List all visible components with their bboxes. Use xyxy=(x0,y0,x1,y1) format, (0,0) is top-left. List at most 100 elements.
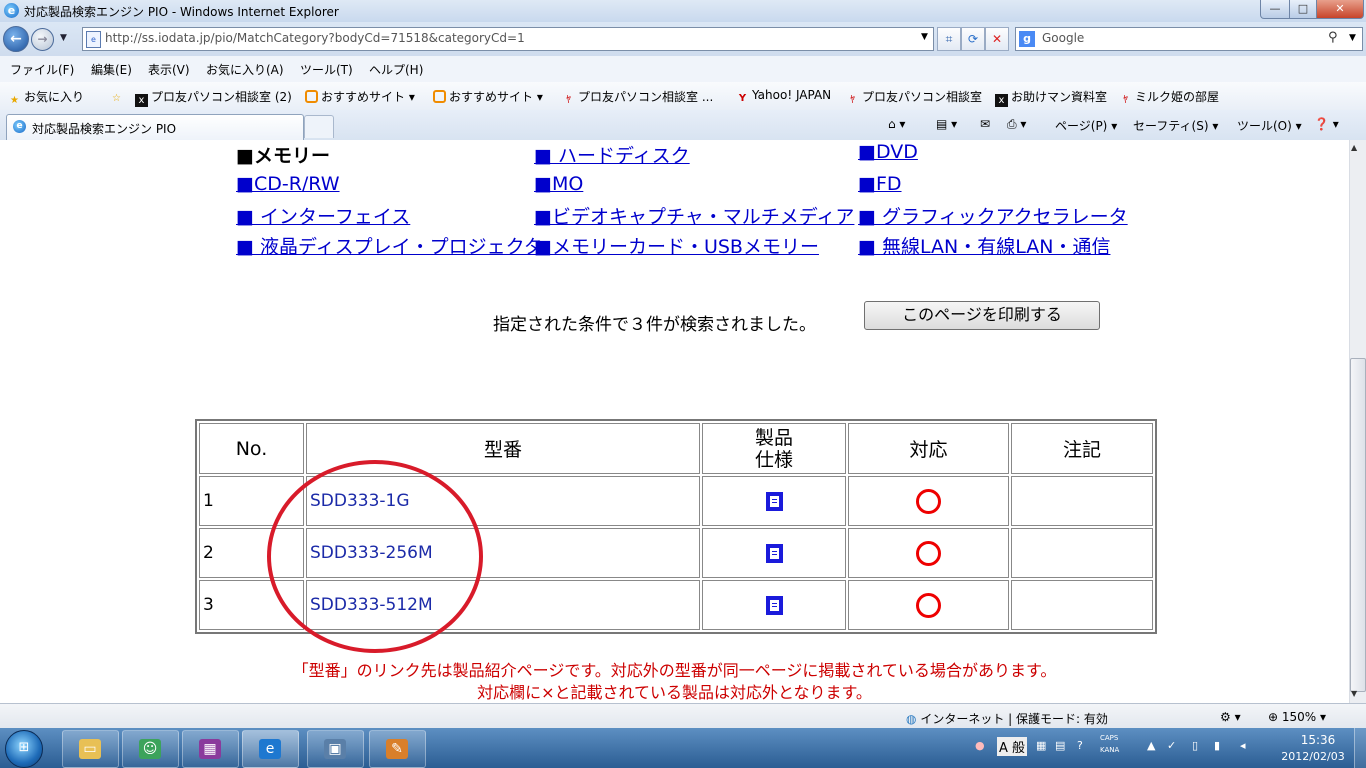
taskbar-messenger[interactable]: ☺ xyxy=(122,730,179,768)
new-tab-button[interactable] xyxy=(304,115,334,138)
favorite-link[interactable]: ﾔ プロ友パソコン相談室 xyxy=(846,88,982,107)
category-link-harddisk[interactable]: ■ ハードディスク xyxy=(534,141,690,168)
menu-file[interactable]: ファイル(F) xyxy=(10,61,74,78)
star-icon: ★ xyxy=(10,95,19,106)
favorite-link[interactable]: ﾔ ミルク姫の部屋 xyxy=(1119,88,1219,107)
spec-document-icon[interactable] xyxy=(765,595,783,615)
tools-menu-label: ツール(O) xyxy=(1237,119,1292,133)
favorite-link[interactable]: x プロ友パソコン相談室 (2) xyxy=(135,88,292,107)
favorite-link[interactable]: おすすめサイト ▾ xyxy=(433,88,543,105)
category-link-interface[interactable]: ■ インターフェイス xyxy=(236,202,410,229)
address-url[interactable]: http://ss.iodata.jp/pio/MatchCategory?bo… xyxy=(105,31,525,45)
device-icon[interactable]: ▯ xyxy=(1192,739,1198,752)
maximize-button[interactable]: □ xyxy=(1289,0,1317,19)
clock-time[interactable]: 15:36 xyxy=(1288,733,1348,747)
favorite-link[interactable]: x お助けマン資料室 xyxy=(995,88,1107,107)
refresh-icon[interactable]: ⟳ xyxy=(961,27,985,51)
menu-edit[interactable]: 編集(E) xyxy=(91,61,132,78)
tools-menu-button[interactable]: ツール(O) ▾ xyxy=(1237,117,1302,134)
volume-icon[interactable]: ◂ xyxy=(1240,739,1246,752)
menu-view[interactable]: 表示(V) xyxy=(148,61,190,78)
category-link-cdrw[interactable]: ■CD-R/RW xyxy=(236,173,340,195)
favorite-link[interactable]: Y Yahoo! JAPAN xyxy=(736,88,831,105)
scroll-down-icon[interactable]: ▼ xyxy=(1351,689,1357,698)
print-page-button[interactable]: このページを印刷する xyxy=(864,301,1100,330)
favorite-link[interactable]: おすすめサイト ▾ xyxy=(305,88,415,105)
site-logo-icon: ﾔ xyxy=(850,95,855,106)
taskbar-internet-explorer[interactable]: e xyxy=(242,730,299,768)
zoom-control[interactable]: ⊕ 150% ▾ xyxy=(1268,710,1326,724)
category-link-display[interactable]: ■ 液晶ディスプレイ・プロジェクタ xyxy=(236,232,543,259)
ime-dict-icon[interactable]: ▤ xyxy=(1055,739,1065,752)
navigation-bar: ← → ▼ e http://ss.iodata.jp/pio/MatchCat… xyxy=(0,22,1366,56)
spec-document-icon[interactable] xyxy=(765,543,783,563)
start-button[interactable]: ⊞ xyxy=(5,730,43,768)
scrollbar-thumb[interactable] xyxy=(1350,358,1366,692)
security-icon[interactable]: ● xyxy=(975,739,985,752)
compatibility-view-icon[interactable]: ⌗ xyxy=(937,27,961,51)
help-icon[interactable]: ❓ ▾ xyxy=(1314,117,1339,131)
folder-icon: ▭ xyxy=(79,739,101,759)
category-link-video-capture[interactable]: ■ビデオキャプチャ・マルチメディア xyxy=(534,202,854,229)
back-button[interactable]: ← xyxy=(3,26,29,52)
page-menu-label: ページ(P) xyxy=(1055,119,1108,133)
add-star-icon: ☆ xyxy=(112,93,121,104)
stop-icon[interactable]: ✕ xyxy=(985,27,1009,51)
network-icon[interactable]: ▮ xyxy=(1214,739,1220,752)
history-dropdown-icon[interactable]: ▼ xyxy=(60,33,67,43)
menu-tools[interactable]: ツール(T) xyxy=(300,61,353,78)
forward-button[interactable]: → xyxy=(31,28,54,51)
caps-indicator: CAPS xyxy=(1100,734,1119,742)
category-link-dvd[interactable]: ■DVD xyxy=(858,141,918,163)
search-dropdown-icon[interactable]: ▼ xyxy=(1349,33,1356,43)
favorite-label: おすすめサイト xyxy=(449,90,534,104)
taskbar-paint[interactable]: ✎ xyxy=(369,730,426,768)
mail-icon[interactable]: ✉ xyxy=(980,117,990,131)
ime-tool-icon[interactable]: ▦ xyxy=(1036,739,1046,752)
search-box[interactable]: g Google ⚲ ▼ xyxy=(1015,27,1363,51)
web-slice-icon xyxy=(433,90,446,103)
home-icon[interactable]: ⌂ ▾ xyxy=(888,117,905,131)
search-icon[interactable]: ⚲ xyxy=(1328,30,1338,45)
show-desktop-button[interactable] xyxy=(1354,728,1366,768)
supported-circle-icon xyxy=(916,592,941,618)
rss-feed-icon[interactable]: ▤ ▾ xyxy=(936,117,957,131)
category-link-fd[interactable]: ■FD xyxy=(858,173,902,195)
menu-help[interactable]: ヘルプ(H) xyxy=(369,61,423,78)
ime-indicator[interactable]: A 般 xyxy=(997,737,1028,756)
tab-active[interactable]: e 対応製品検索エンジン PIO xyxy=(6,114,304,140)
add-favorite-icon[interactable]: ☆ xyxy=(110,88,126,105)
help-tray-icon[interactable]: ? xyxy=(1077,739,1083,752)
update-icon[interactable]: ✓ xyxy=(1167,739,1176,752)
favorites-button[interactable]: ★ お気に入り xyxy=(8,88,84,107)
scroll-up-icon[interactable]: ▲ xyxy=(1351,143,1357,152)
address-bar[interactable]: e http://ss.iodata.jp/pio/MatchCategory?… xyxy=(82,27,934,51)
category-link-network[interactable]: ■ 無線LAN・有線LAN・通信 xyxy=(858,232,1110,259)
safety-menu-button[interactable]: セーフティ(S) ▾ xyxy=(1133,117,1218,134)
window-title: 対応製品検索エンジン PIO - Windows Internet Explor… xyxy=(24,5,339,19)
taskbar-explorer[interactable]: ▭ xyxy=(62,730,119,768)
spec-document-icon[interactable] xyxy=(765,491,783,511)
zoom-level: 150% xyxy=(1281,710,1317,724)
menu-favorites[interactable]: お気に入り(A) xyxy=(206,61,284,78)
taskbar-remote[interactable]: ▣ xyxy=(307,730,364,768)
category-link-memory-card[interactable]: ■メモリーカード・USBメモリー xyxy=(534,232,819,259)
favorites-bar: ★ お気に入り ☆ x プロ友パソコン相談室 (2) おすすめサイト ▾ おすすめサ… xyxy=(0,82,1366,110)
clock-date[interactable]: 2012/02/03 xyxy=(1273,750,1353,763)
favorite-link[interactable]: ﾔ プロ友パソコン相談室 ... xyxy=(562,88,713,107)
safety-menu-label: セーフティ(S) xyxy=(1133,119,1209,133)
address-dropdown-icon[interactable]: ▼ xyxy=(921,32,928,42)
tray-expand-icon[interactable]: ▲ xyxy=(1147,739,1155,752)
taskbar-winrar[interactable]: ▦ xyxy=(182,730,239,768)
row-note-cell xyxy=(1011,528,1153,578)
minimize-button[interactable]: — xyxy=(1260,0,1290,19)
ie-logo-icon: e xyxy=(4,3,19,18)
category-link-graphics[interactable]: ■ グラフィックアクセラレータ xyxy=(858,202,1128,229)
row-note-cell xyxy=(1011,580,1153,630)
category-link-mo[interactable]: ■MO xyxy=(534,173,583,195)
print-icon[interactable]: ⎙ ▾ xyxy=(1007,117,1026,132)
protected-mode-icon[interactable]: ⚙ ▾ xyxy=(1220,710,1241,724)
search-input[interactable]: Google xyxy=(1042,31,1084,45)
page-menu-button[interactable]: ページ(P) ▾ xyxy=(1055,117,1117,134)
close-window-button[interactable]: ✕ xyxy=(1316,0,1364,19)
